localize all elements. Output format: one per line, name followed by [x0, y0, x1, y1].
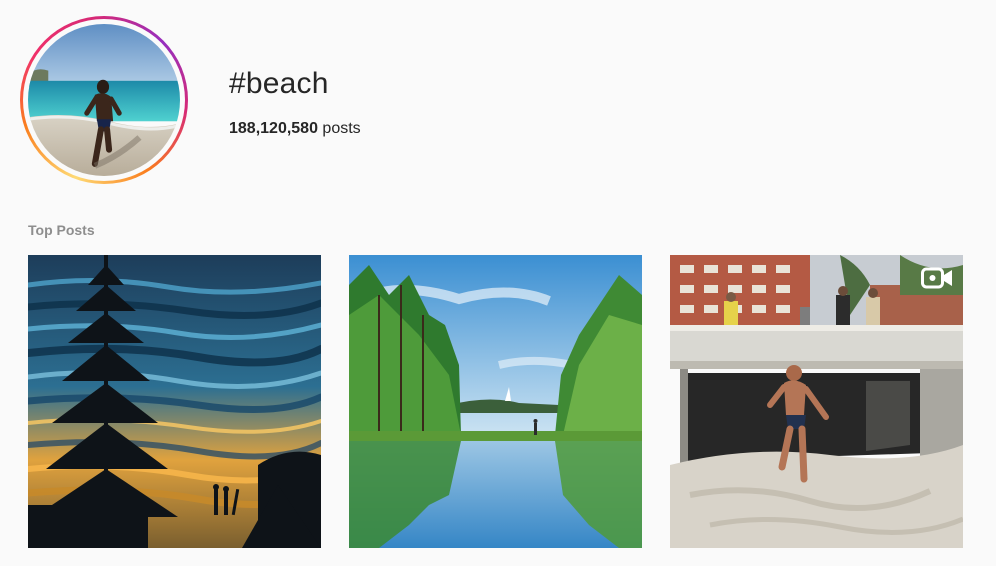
post-count: 188,120,580 posts [229, 119, 361, 139]
man-running-on-sand-photo [670, 255, 963, 548]
post-count-suffix: posts [317, 120, 361, 137]
story-ring[interactable] [20, 16, 188, 184]
hashtag-page: #beach 188,120,580 posts Top Posts [0, 0, 996, 566]
forest-lake-reflection-photo [349, 255, 642, 548]
post-tile-3[interactable] [670, 255, 963, 548]
sunset-ocean-tree-photo [28, 255, 321, 548]
post-tile-2[interactable] [349, 255, 642, 548]
avatar[interactable] [28, 24, 180, 176]
top-posts-label: Top Posts [28, 222, 95, 238]
hashtag-title: #beach [229, 67, 329, 100]
post-tile-1[interactable] [28, 255, 321, 548]
video-camera-icon [921, 267, 952, 289]
post-count-number: 188,120,580 [229, 120, 318, 137]
avatar-gap [23, 19, 185, 181]
